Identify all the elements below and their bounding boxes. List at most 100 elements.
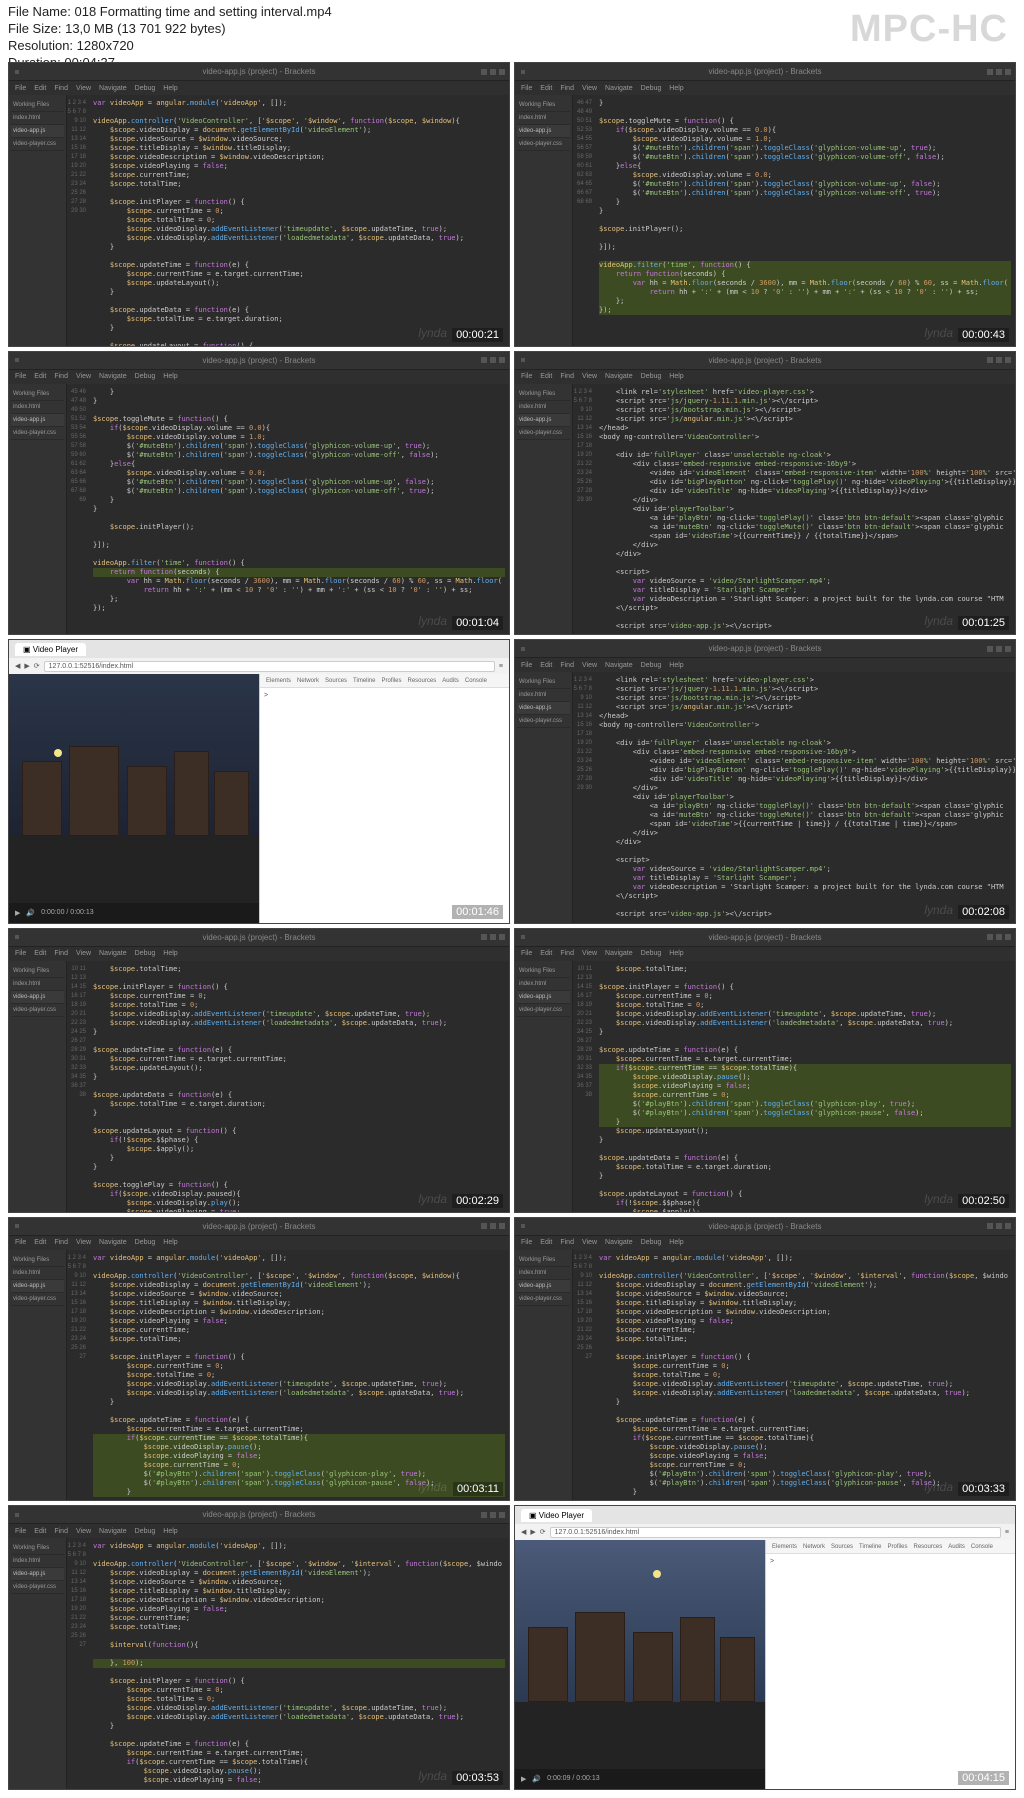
devtools-tab[interactable]: Sources bbox=[831, 1544, 853, 1550]
devtools-tab[interactable]: Console bbox=[465, 678, 487, 684]
devtools-tab[interactable]: Resources bbox=[408, 678, 437, 684]
play-icon[interactable]: ▶ bbox=[521, 1775, 526, 1783]
close-icon[interactable] bbox=[499, 934, 505, 940]
menu-item[interactable]: Help bbox=[163, 1528, 177, 1535]
mute-icon[interactable]: 🔊 bbox=[26, 909, 35, 917]
sidebar-file-item[interactable]: video-player.css bbox=[517, 138, 570, 151]
minimize-icon[interactable] bbox=[481, 357, 487, 363]
menu-item[interactable]: View bbox=[582, 85, 597, 92]
devtools-tab[interactable]: Sources bbox=[325, 678, 347, 684]
browser-tab[interactable]: ▣ Video Player bbox=[521, 1509, 592, 1522]
sidebar-file-item[interactable]: index.html bbox=[517, 689, 570, 702]
maximize-icon[interactable] bbox=[490, 934, 496, 940]
menu-item[interactable]: File bbox=[15, 1528, 26, 1535]
code-area[interactable]: $scope.totalTime; $scope.initPlayer = fu… bbox=[89, 961, 509, 1212]
menu-item[interactable]: Navigate bbox=[99, 85, 127, 92]
menu-item[interactable]: File bbox=[15, 950, 26, 957]
back-icon[interactable]: ◀ bbox=[15, 662, 20, 670]
menu-item[interactable]: File bbox=[521, 950, 532, 957]
menu-item[interactable]: Debug bbox=[641, 950, 662, 957]
forward-icon[interactable]: ▶ bbox=[24, 662, 29, 670]
devtools-tab[interactable]: Resources bbox=[914, 1544, 943, 1550]
url-field[interactable]: 127.0.0.1:52516/index.html bbox=[44, 661, 495, 672]
code-area[interactable]: var videoApp = angular.module('videoApp'… bbox=[89, 1250, 509, 1501]
menu-item[interactable]: View bbox=[76, 373, 91, 380]
menu-item[interactable]: Navigate bbox=[605, 85, 633, 92]
sidebar-file-item[interactable]: video-player.css bbox=[517, 715, 570, 728]
code-area[interactable]: } } $scope.toggleMute = function() { if(… bbox=[89, 384, 509, 635]
sidebar-file-item[interactable]: index.html bbox=[11, 112, 64, 125]
maximize-icon[interactable] bbox=[490, 1512, 496, 1518]
sidebar-file-item[interactable]: video-player.css bbox=[11, 1581, 64, 1594]
menu-item[interactable]: Help bbox=[163, 1239, 177, 1246]
menu-item[interactable]: Help bbox=[669, 373, 683, 380]
sidebar-file-item[interactable]: video-player.css bbox=[517, 1293, 570, 1306]
menu-item[interactable]: Navigate bbox=[605, 373, 633, 380]
sidebar-file-item[interactable]: index.html bbox=[11, 401, 64, 414]
menu-item[interactable]: Edit bbox=[34, 85, 46, 92]
minimize-icon[interactable] bbox=[987, 934, 993, 940]
devtools-tab[interactable]: Profiles bbox=[888, 1544, 908, 1550]
sidebar-file-item[interactable]: video-app.js bbox=[517, 702, 570, 715]
minimize-icon[interactable] bbox=[481, 934, 487, 940]
close-icon[interactable] bbox=[1005, 646, 1011, 652]
console-prompt[interactable]: > bbox=[264, 692, 268, 699]
sidebar-file-item[interactable]: video-app.js bbox=[11, 991, 64, 1004]
sidebar-file-item[interactable]: Working Files bbox=[517, 676, 570, 689]
mute-icon[interactable]: 🔊 bbox=[532, 1775, 541, 1783]
sidebar-file-item[interactable]: video-player.css bbox=[517, 1004, 570, 1017]
menu-item[interactable]: Help bbox=[163, 950, 177, 957]
sidebar-file-item[interactable]: Working Files bbox=[517, 388, 570, 401]
forward-icon[interactable]: ▶ bbox=[530, 1528, 535, 1536]
code-area[interactable]: var videoApp = angular.module('videoApp'… bbox=[595, 1250, 1015, 1501]
menu-item[interactable]: Navigate bbox=[99, 373, 127, 380]
menu-item[interactable]: Find bbox=[560, 662, 574, 669]
sidebar-file-item[interactable]: video-player.css bbox=[11, 1293, 64, 1306]
maximize-icon[interactable] bbox=[996, 1223, 1002, 1229]
sidebar-file-item[interactable]: index.html bbox=[517, 978, 570, 991]
sidebar-file-item[interactable]: index.html bbox=[11, 1555, 64, 1568]
menu-item[interactable]: Navigate bbox=[99, 950, 127, 957]
menu-item[interactable]: File bbox=[521, 85, 532, 92]
browser-tab[interactable]: ▣ Video Player bbox=[15, 643, 86, 656]
menu-item[interactable]: Debug bbox=[135, 950, 156, 957]
close-icon[interactable] bbox=[1005, 357, 1011, 363]
menu-item[interactable]: Help bbox=[669, 662, 683, 669]
menu-item[interactable]: File bbox=[521, 1239, 532, 1246]
devtools-tab[interactable]: Network bbox=[297, 678, 319, 684]
minimize-icon[interactable] bbox=[987, 1223, 993, 1229]
menu-item[interactable]: File bbox=[521, 662, 532, 669]
menu-item[interactable]: Find bbox=[560, 950, 574, 957]
minimize-icon[interactable] bbox=[481, 1223, 487, 1229]
menu-item[interactable]: Debug bbox=[135, 85, 156, 92]
menu-item[interactable]: Find bbox=[54, 85, 68, 92]
menu-item[interactable]: Find bbox=[54, 373, 68, 380]
sidebar-file-item[interactable]: Working Files bbox=[11, 1254, 64, 1267]
minimize-icon[interactable] bbox=[987, 357, 993, 363]
close-icon[interactable] bbox=[499, 1512, 505, 1518]
url-field[interactable]: 127.0.0.1:52516/index.html bbox=[550, 1527, 1001, 1538]
code-area[interactable]: var videoApp = angular.module('videoApp'… bbox=[89, 95, 509, 346]
menu-item[interactable]: Debug bbox=[641, 1239, 662, 1246]
minimize-icon[interactable] bbox=[987, 646, 993, 652]
maximize-icon[interactable] bbox=[490, 69, 496, 75]
close-icon[interactable] bbox=[499, 357, 505, 363]
minimize-icon[interactable] bbox=[987, 69, 993, 75]
code-area[interactable]: <link rel='stylesheet' href='video-playe… bbox=[595, 672, 1015, 923]
menu-item[interactable]: Navigate bbox=[605, 950, 633, 957]
menu-item[interactable]: Debug bbox=[641, 85, 662, 92]
menu-item[interactable]: Navigate bbox=[99, 1239, 127, 1246]
sidebar-file-item[interactable]: video-app.js bbox=[11, 1280, 64, 1293]
menu-item[interactable]: Find bbox=[560, 1239, 574, 1246]
sidebar-file-item[interactable]: index.html bbox=[517, 112, 570, 125]
menu-item[interactable]: Help bbox=[669, 950, 683, 957]
menu-item[interactable]: Debug bbox=[135, 1239, 156, 1246]
close-icon[interactable] bbox=[499, 69, 505, 75]
play-icon[interactable]: ▶ bbox=[15, 909, 20, 917]
code-area[interactable]: var videoApp = angular.module('videoApp'… bbox=[89, 1538, 509, 1789]
devtools-tab[interactable]: Audits bbox=[442, 678, 459, 684]
devtools-tab[interactable]: Elements bbox=[772, 1544, 797, 1550]
menu-item[interactable]: Find bbox=[54, 950, 68, 957]
menu-item[interactable]: View bbox=[582, 950, 597, 957]
menu-item[interactable]: Edit bbox=[540, 950, 552, 957]
